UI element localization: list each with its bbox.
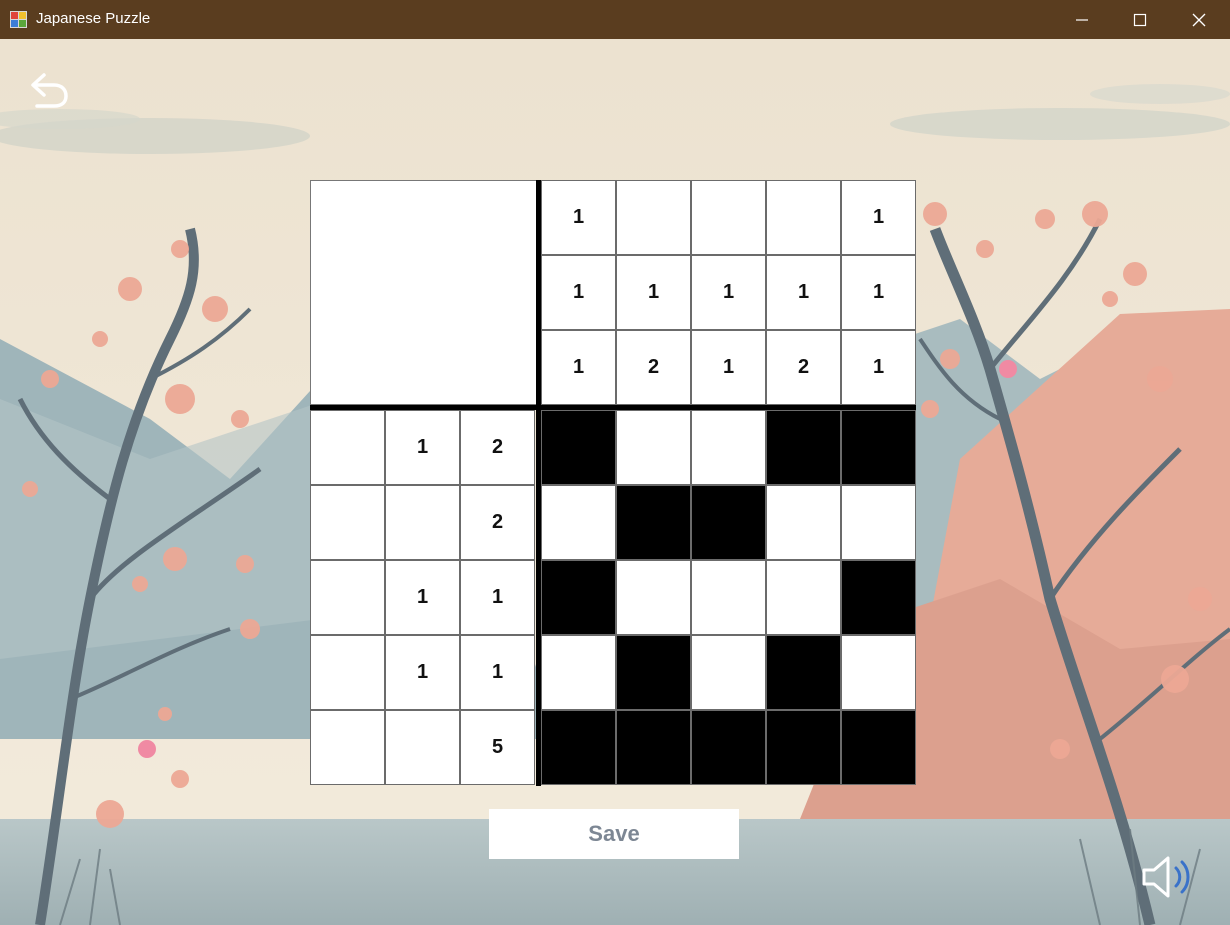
maximize-icon: [1133, 13, 1147, 27]
grid-cell-filled[interactable]: [541, 410, 616, 485]
grid-cell-filled[interactable]: [766, 710, 841, 785]
row-clue-cell: 1: [460, 635, 535, 710]
grid-cell-empty[interactable]: [541, 485, 616, 560]
grid-cell-empty[interactable]: [841, 485, 916, 560]
divider-vertical: [536, 180, 541, 786]
app-icon: [10, 11, 27, 28]
minimize-icon: [1076, 19, 1088, 21]
sound-button[interactable]: [1140, 852, 1196, 902]
close-icon: [1192, 13, 1206, 27]
column-clue-cell: [616, 180, 691, 255]
row-clue-cell: [310, 410, 385, 485]
grid-cell-filled[interactable]: [616, 485, 691, 560]
title-bar: Japanese Puzzle: [0, 0, 1230, 39]
row-clue-cell: [310, 485, 385, 560]
close-button[interactable]: [1170, 0, 1228, 39]
column-clue-cell: 1: [766, 255, 841, 330]
save-button[interactable]: Save: [489, 809, 739, 859]
window-title: Japanese Puzzle: [36, 10, 151, 27]
row-clue-cell: 5: [460, 710, 535, 785]
column-clue-cell: 1: [616, 255, 691, 330]
grid-cell-empty[interactable]: [616, 560, 691, 635]
row-clue-cell: [385, 710, 460, 785]
grid-cell-filled[interactable]: [841, 410, 916, 485]
column-clue-cell: 1: [691, 330, 766, 405]
column-clue-cell: 2: [766, 330, 841, 405]
grid-cell-empty[interactable]: [691, 635, 766, 710]
row-clue-cell: 2: [460, 485, 535, 560]
grid-cell-filled[interactable]: [841, 710, 916, 785]
grid-cell-filled[interactable]: [766, 635, 841, 710]
row-clue-cell: 1: [460, 560, 535, 635]
divider-horizontal: [310, 405, 916, 410]
grid-cell-filled[interactable]: [541, 710, 616, 785]
row-clue-cell: [310, 560, 385, 635]
undo-arrow-icon: [31, 73, 68, 108]
grid-cell-filled[interactable]: [691, 485, 766, 560]
grid-cell-filled[interactable]: [691, 710, 766, 785]
column-clue-cell: 1: [841, 255, 916, 330]
column-clue-cell: 1: [541, 180, 616, 255]
clue-corner: [310, 180, 537, 405]
row-clue-cell: [385, 485, 460, 560]
grid-cell-filled[interactable]: [541, 560, 616, 635]
grid-cell-filled[interactable]: [841, 560, 916, 635]
grid-cell-empty[interactable]: [691, 410, 766, 485]
column-clue-cell: 1: [541, 255, 616, 330]
row-clue-cell: [310, 710, 385, 785]
row-clue-cell: 2: [460, 410, 535, 485]
column-clue-cell: [691, 180, 766, 255]
grid-cell-empty[interactable]: [841, 635, 916, 710]
grid-cell-empty[interactable]: [691, 560, 766, 635]
back-button[interactable]: [28, 70, 72, 110]
grid-cell-empty[interactable]: [766, 560, 841, 635]
row-clue-cell: [310, 635, 385, 710]
grid-cell-filled[interactable]: [616, 635, 691, 710]
row-clue-cell: 1: [385, 560, 460, 635]
column-clue-cell: 1: [691, 255, 766, 330]
grid-cell-filled[interactable]: [616, 710, 691, 785]
column-clue-cell: 1: [541, 330, 616, 405]
row-clue-cell: 1: [385, 410, 460, 485]
column-clue-cell: 1: [841, 330, 916, 405]
grid-cell-empty[interactable]: [766, 485, 841, 560]
maximize-button[interactable]: [1111, 0, 1169, 39]
speaker-icon: [1142, 856, 1190, 898]
nonogram-board: 11112111211112211115: [310, 180, 916, 786]
grid-cell-empty[interactable]: [616, 410, 691, 485]
minimize-button[interactable]: [1053, 0, 1111, 39]
grid-cell-empty[interactable]: [541, 635, 616, 710]
column-clue-cell: 2: [616, 330, 691, 405]
row-clue-cell: 1: [385, 635, 460, 710]
column-clue-cell: 1: [841, 180, 916, 255]
grid-cell-filled[interactable]: [766, 410, 841, 485]
column-clue-cell: [766, 180, 841, 255]
